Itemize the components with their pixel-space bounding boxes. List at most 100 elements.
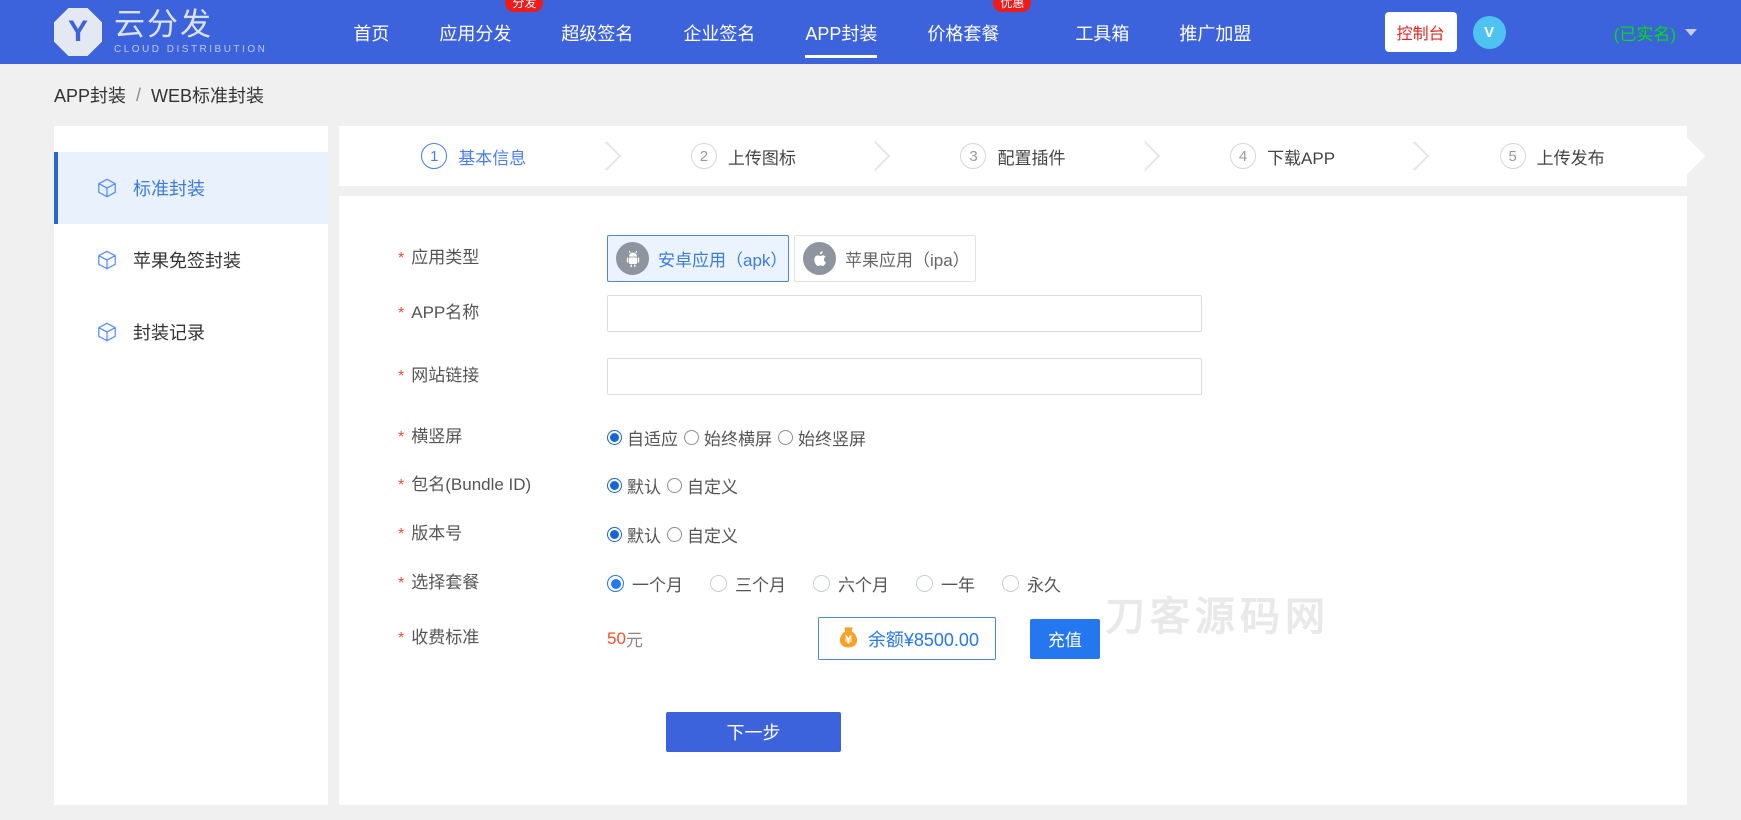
app-name-row: * APP名称 bbox=[398, 295, 1687, 332]
step-download-app[interactable]: 4 下载APP bbox=[1148, 126, 1418, 186]
radio-label: 三个月 bbox=[735, 576, 786, 595]
breadcrumb: APP封装 / WEB标准封装 bbox=[0, 64, 1741, 126]
step-basic-info[interactable]: 1 基本信息 bbox=[339, 126, 609, 186]
nav-item-toolbox[interactable]: 工具箱 bbox=[1075, 6, 1129, 58]
radio-option-six-months[interactable]: 六个月 bbox=[813, 571, 889, 596]
fee-row: * 收费标准 50 元 ¥ 余额¥8500.00 充值 bbox=[398, 617, 1687, 660]
logo-subtitle: CLOUD DISTRIBUTION bbox=[114, 44, 268, 55]
sidebar-item-label: 苹果免签封装 bbox=[133, 251, 241, 271]
cube-icon bbox=[98, 178, 116, 198]
nav-item-app-package[interactable]: APP封装 bbox=[805, 6, 878, 58]
radio-option-portrait[interactable]: 始终竖屏 bbox=[778, 425, 866, 450]
android-app-type-button[interactable]: 安卓应用（apk） bbox=[607, 235, 789, 282]
chevron-down-icon bbox=[1685, 28, 1697, 36]
nav-item-app-distribution[interactable]: 应用分发 分发 bbox=[439, 0, 544, 58]
basic-info-form: * 应用类型 安卓应用（apk） 苹果应用（ipa） * APP名称 * 网站链… bbox=[339, 196, 1687, 805]
logo-text: 云分发 CLOUD DISTRIBUTION bbox=[114, 9, 267, 55]
radio-label: 一个月 bbox=[632, 576, 683, 595]
cube-icon bbox=[98, 250, 116, 270]
radio-label: 自定义 bbox=[687, 527, 738, 546]
step-configure-plugins[interactable]: 3 配置插件 bbox=[878, 126, 1148, 186]
ios-app-type-button[interactable]: 苹果应用（ipa） bbox=[794, 235, 976, 282]
app-name-input[interactable] bbox=[607, 295, 1202, 332]
step-label: 上传发布 bbox=[1536, 148, 1605, 168]
step-number: 5 bbox=[1499, 143, 1526, 169]
fee-unit: 元 bbox=[625, 631, 643, 650]
top-nav: Y 云分发 CLOUD DISTRIBUTION 首页 应用分发 分发 超级签名… bbox=[0, 0, 1741, 64]
balance-currency: ¥ bbox=[903, 629, 914, 650]
account-dropdown[interactable]: (已实名) bbox=[1614, 20, 1697, 45]
nav-item-label: 价格套餐 bbox=[927, 24, 1000, 44]
radio-icon bbox=[607, 575, 624, 592]
plan-row: * 选择套餐 一个月 三个月 六个月 一年 永久 bbox=[398, 571, 1687, 596]
radio-icon bbox=[916, 575, 933, 592]
radio-icon bbox=[778, 430, 793, 445]
radio-icon bbox=[710, 575, 727, 592]
sidebar-item-package-records[interactable]: 封装记录 bbox=[54, 296, 328, 368]
radio-option-custom[interactable]: 自定义 bbox=[667, 473, 738, 498]
step-number: 4 bbox=[1230, 143, 1257, 169]
breadcrumb-app-package[interactable]: APP封装 bbox=[54, 82, 126, 108]
sidebar-item-apple-nosign-package[interactable]: 苹果免签封装 bbox=[54, 224, 328, 296]
step-number: 1 bbox=[421, 143, 448, 169]
field-label: 应用类型 bbox=[411, 248, 480, 268]
required-mark: * bbox=[398, 477, 405, 495]
bundle-id-label: * 包名(Bundle ID) bbox=[398, 474, 607, 497]
console-button[interactable]: 控制台 bbox=[1384, 12, 1457, 52]
avatar[interactable]: V bbox=[1472, 15, 1506, 49]
logo[interactable]: Y 云分发 CLOUD DISTRIBUTION bbox=[54, 8, 267, 56]
site-url-row: * 网站链接 bbox=[398, 358, 1687, 395]
app-type-row: * 应用类型 安卓应用（apk） 苹果应用（ipa） bbox=[398, 235, 1687, 282]
nav-menu: 首页 应用分发 分发 超级签名 企业签名 APP封装 价格套餐 优惠 工具箱 推… bbox=[353, 0, 1251, 58]
next-step-button[interactable]: 下一步 bbox=[666, 712, 841, 752]
site-url-input[interactable] bbox=[607, 358, 1202, 395]
radio-option-one-month[interactable]: 一个月 bbox=[607, 571, 683, 596]
required-mark: * bbox=[398, 575, 405, 593]
required-mark: * bbox=[398, 630, 405, 648]
radio-label: 六个月 bbox=[838, 576, 889, 595]
orientation-row: * 横竖屏 自适应 始终横屏 始终竖屏 bbox=[398, 425, 1687, 450]
radio-option-one-year[interactable]: 一年 bbox=[916, 571, 975, 596]
bundle-id-row: * 包名(Bundle ID) 默认 自定义 bbox=[398, 473, 1687, 498]
step-upload-icon[interactable]: 2 上传图标 bbox=[609, 126, 879, 186]
radio-option-forever[interactable]: 永久 bbox=[1002, 571, 1061, 596]
required-mark: * bbox=[398, 368, 405, 386]
step-number: 2 bbox=[690, 143, 717, 169]
radio-option-custom[interactable]: 自定义 bbox=[667, 522, 738, 547]
logo-octagon-icon: Y bbox=[54, 8, 102, 56]
step-upload-publish[interactable]: 5 上传发布 bbox=[1417, 126, 1687, 186]
sidebar-item-standard-package[interactable]: 标准封装 bbox=[54, 152, 328, 224]
radio-option-adaptive[interactable]: 自适应 bbox=[607, 425, 678, 450]
step-label: 上传图标 bbox=[727, 148, 796, 168]
distribution-badge: 分发 bbox=[505, 0, 544, 13]
nav-item-affiliate[interactable]: 推广加盟 bbox=[1179, 6, 1251, 58]
required-mark: * bbox=[398, 305, 405, 323]
plan-label: * 选择套餐 bbox=[398, 572, 607, 595]
field-label: 包名(Bundle ID) bbox=[411, 475, 532, 495]
content-area: 标准封装 苹果免签封装 封装记录 1 基本信息 2 上传图标 3 配置插件 4 … bbox=[0, 126, 1741, 805]
field-label: 横竖屏 bbox=[411, 427, 463, 447]
sidebar: 标准封装 苹果免签封装 封装记录 bbox=[54, 126, 328, 805]
required-mark: * bbox=[398, 429, 405, 447]
radio-icon bbox=[607, 478, 622, 493]
sidebar-item-label: 封装记录 bbox=[133, 323, 205, 343]
nav-item-pricing[interactable]: 价格套餐 优惠 bbox=[927, 0, 1032, 58]
radio-option-three-months[interactable]: 三个月 bbox=[710, 571, 786, 596]
radio-icon bbox=[813, 575, 830, 592]
radio-label: 始终竖屏 bbox=[798, 430, 866, 449]
nav-item-enterprise-sign[interactable]: 企业签名 bbox=[683, 6, 755, 58]
radio-option-landscape[interactable]: 始终横屏 bbox=[684, 425, 772, 450]
app-type-option-label: 苹果应用（ipa） bbox=[845, 251, 970, 270]
recharge-button[interactable]: 充值 bbox=[1029, 618, 1100, 659]
nav-item-home[interactable]: 首页 bbox=[353, 6, 389, 58]
step-label: 下载APP bbox=[1267, 148, 1336, 168]
balance-box[interactable]: ¥ 余额¥8500.00 bbox=[817, 617, 996, 660]
radio-icon bbox=[1002, 575, 1019, 592]
plan-radio-group: 一个月 三个月 六个月 一年 永久 bbox=[607, 571, 1088, 596]
radio-option-default[interactable]: 默认 bbox=[607, 473, 661, 498]
version-radio-group: 默认 自定义 bbox=[607, 522, 744, 547]
step-number: 3 bbox=[960, 143, 987, 169]
radio-option-default[interactable]: 默认 bbox=[607, 522, 661, 547]
apple-icon bbox=[803, 242, 836, 275]
nav-item-super-sign[interactable]: 超级签名 bbox=[561, 6, 633, 58]
